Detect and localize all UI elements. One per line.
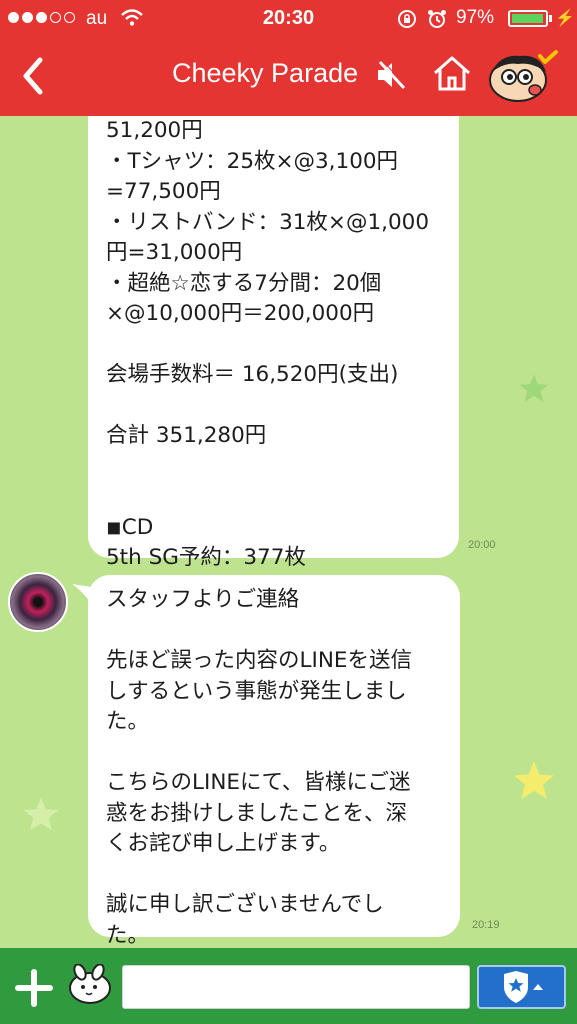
message-text: スタッフよりご連絡先ほど誤った内容のLINEを送信 しするという事態が発生しました… bbox=[106, 585, 448, 948]
back-icon[interactable] bbox=[18, 56, 48, 96]
message-line: た。 bbox=[106, 922, 150, 948]
message-line: 会場手数料＝ 16,520円(支出) bbox=[106, 362, 399, 387]
message-line: しするという事態が発生しまし bbox=[106, 678, 407, 704]
message-time: 20:00 bbox=[468, 539, 496, 551]
message-line: ◾CD bbox=[106, 514, 154, 540]
chat-title: Cheeky Parade bbox=[172, 58, 359, 88]
message-line bbox=[106, 616, 448, 647]
message-line: た。 bbox=[106, 709, 150, 734]
message-time: 20:19 bbox=[472, 919, 500, 931]
message-line bbox=[106, 860, 448, 891]
message-bubble[interactable]: スタッフよりご連絡先ほど誤った内容のLINEを送信 しするという事態が発生しました… bbox=[88, 575, 460, 948]
message-line: 誠に申し訳ございませんでし bbox=[106, 892, 384, 917]
message-line: ・超絶☆恋する7分間：20個 bbox=[106, 270, 382, 296]
message-text: 51,200円・Tシャツ：25枚×@3,100円 =77,500円・リストバンド：… bbox=[106, 116, 447, 574]
message-line: くお詫び申し上げます。 bbox=[106, 831, 341, 856]
message-line bbox=[106, 452, 447, 483]
message-line bbox=[106, 391, 447, 422]
star-decoration-icon bbox=[23, 797, 59, 831]
plus-icon[interactable] bbox=[14, 968, 54, 1008]
star-decoration-icon bbox=[519, 374, 549, 402]
chat-header: Cheeky Parade bbox=[0, 36, 577, 116]
battery-level bbox=[512, 14, 544, 23]
message-line: 5th SG予約：377枚 bbox=[106, 545, 306, 570]
message-bubble[interactable]: 51,200円・Tシャツ：25枚×@3,100円 =77,500円・リストバンド：… bbox=[88, 116, 459, 570]
battery-icon bbox=[508, 10, 548, 27]
mute-icon bbox=[378, 59, 407, 90]
message-line: ×@10,000円＝200,000円 bbox=[106, 301, 375, 326]
message-line: スタッフよりご連絡 bbox=[106, 587, 300, 612]
alarm-icon bbox=[428, 10, 446, 28]
message-line: 円=31,000円 bbox=[106, 240, 243, 265]
character-avatar-icon[interactable] bbox=[488, 50, 560, 104]
home-icon[interactable] bbox=[432, 54, 472, 92]
message-line: 先ほど誤った内容のLINEを送信 bbox=[106, 648, 412, 673]
message-line bbox=[106, 482, 447, 513]
message-line: ・リストバンド：31枚×@1,000 bbox=[106, 209, 429, 235]
charging-icon: ⚡ bbox=[555, 10, 575, 27]
star-decoration-icon bbox=[513, 760, 555, 800]
rotation-lock-icon bbox=[398, 10, 416, 28]
message-line: =77,500円 bbox=[106, 179, 221, 204]
status-bar: au 20:30 97% ⚡ bbox=[0, 0, 577, 36]
sticker-shop-button[interactable] bbox=[477, 965, 566, 1009]
message-line bbox=[106, 738, 448, 769]
message-line bbox=[106, 330, 447, 361]
message-line: ・Tシャツ：25枚×@3,100円 bbox=[106, 148, 399, 174]
input-toolbar bbox=[0, 948, 577, 1024]
shield-star-icon bbox=[504, 971, 543, 1003]
sticker-icon[interactable] bbox=[66, 964, 114, 1006]
sender-avatar[interactable] bbox=[8, 572, 68, 632]
chat-area[interactable]: 51,200円・Tシャツ：25枚×@3,100円 =77,500円・リストバンド：… bbox=[0, 116, 577, 948]
message-line: 51,200円 bbox=[106, 118, 203, 143]
battery-tip bbox=[549, 15, 552, 22]
message-line: こちらのLINEにて、皆様にご迷 bbox=[106, 770, 411, 795]
message-line: 合計 351,280円 bbox=[106, 423, 267, 448]
message-line: 惑をお掛けしましたことを、深 bbox=[106, 800, 408, 826]
battery-percentage: 97% bbox=[456, 7, 495, 28]
message-input[interactable] bbox=[122, 965, 470, 1009]
